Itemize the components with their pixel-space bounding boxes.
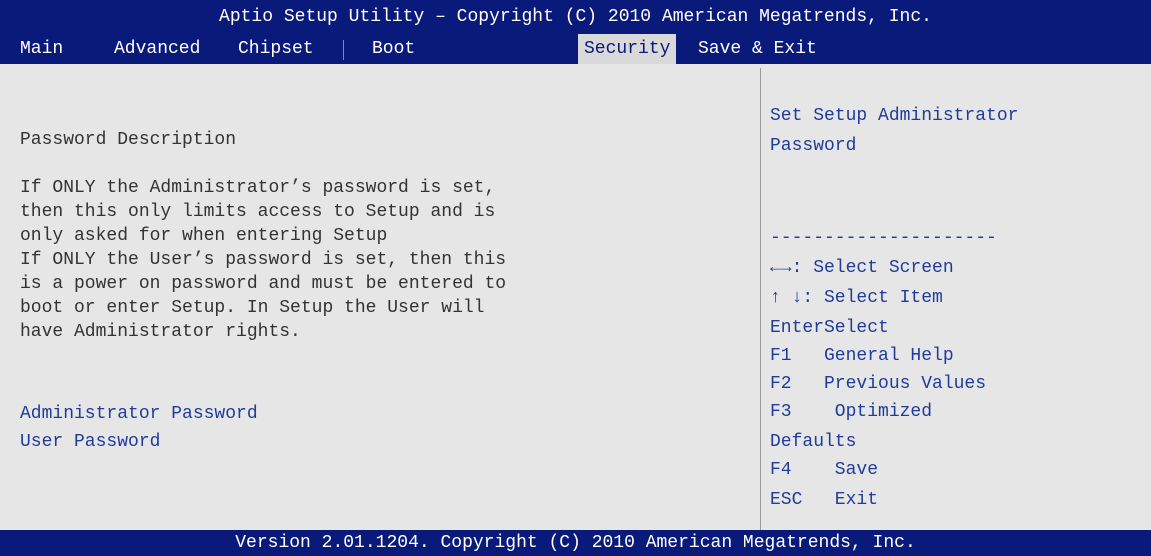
administrator-password-item[interactable]: Administrator Password — [20, 402, 258, 426]
description-line-2: then this only limits access to Setup an… — [20, 202, 496, 222]
help-description-line-2: Password — [770, 136, 857, 156]
bios-screen: Aptio Setup Utility – Copyright (C) 2010… — [0, 0, 1151, 556]
user-password-item[interactable]: User Password — [20, 430, 160, 454]
key-hint-save: F4 Save — [770, 460, 879, 480]
key-hint-exit: ESC Exit — [770, 490, 879, 510]
key-hint-defaults: Defaults — [770, 432, 857, 452]
description-line-1: If ONLY the Administrator’s password is … — [20, 178, 496, 198]
help-divider: --------------------- — [770, 228, 997, 248]
key-hint-optimized: F3 Optimized — [770, 402, 933, 422]
help-description-line-1: Set Setup Administrator — [770, 106, 1019, 126]
description-line-3: only asked for when entering Setup — [20, 226, 388, 246]
tab-save-exit[interactable]: Save & Exit — [692, 34, 823, 64]
tab-main[interactable]: Main — [14, 34, 69, 64]
tab-boot[interactable]: Boot — [366, 34, 421, 64]
key-hint-select-item: ↑ ↓: Select Item — [770, 288, 943, 308]
title-bar: Aptio Setup Utility – Copyright (C) 2010… — [0, 0, 1151, 34]
description-line-5: is a power on password and must be enter… — [20, 274, 507, 294]
description-line-7: have Administrator rights. — [20, 322, 301, 342]
menu-separator — [343, 40, 344, 60]
section-title: Password Description — [20, 130, 237, 150]
tab-security[interactable]: Security — [578, 34, 677, 64]
key-hint-previous-values: F2 Previous Values — [770, 374, 987, 394]
key-hint-enter-select: EnterSelect — [770, 318, 889, 338]
main-panel: Password Description If ONLY the Adminis… — [4, 68, 761, 530]
key-hint-select-screen: ←→: Select Screen — [770, 258, 954, 278]
tab-chipset[interactable]: Chipset — [232, 34, 320, 64]
key-hint-general-help: F1 General Help — [770, 346, 954, 366]
menu-bar: Main Advanced Chipset Boot Security Save… — [0, 34, 1151, 64]
footer-version: Version 2.01.1204. Copyright (C) 2010 Am… — [0, 530, 1151, 556]
description-line-6: boot or enter Setup. In Setup the User w… — [20, 298, 485, 318]
tab-advanced[interactable]: Advanced — [108, 34, 206, 64]
help-panel: Set Setup Administrator Password -------… — [762, 68, 1151, 530]
description-line-4: If ONLY the User’s password is set, then… — [20, 250, 507, 270]
